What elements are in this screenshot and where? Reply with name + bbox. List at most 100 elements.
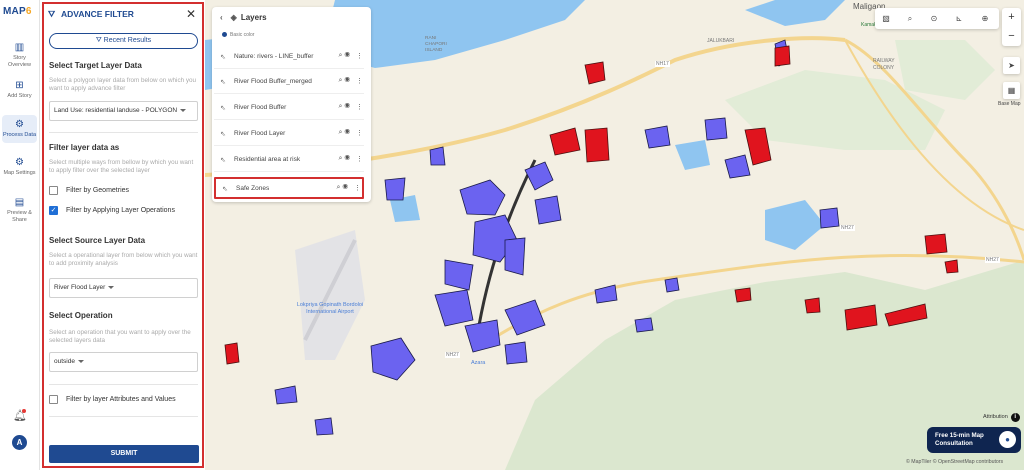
zoom-visibility-icons[interactable]: ⌕◉ xyxy=(339,155,352,163)
safe-zone xyxy=(464,319,501,353)
safe-zone xyxy=(370,337,416,381)
zoom-visibility-icons[interactable]: ⌕◉ xyxy=(339,129,352,137)
green-area-2 xyxy=(895,40,995,100)
divider xyxy=(49,384,198,385)
airport-area xyxy=(295,230,365,360)
target-layer-select[interactable]: Land Use: residential landuse - POLYGON xyxy=(49,101,198,121)
map-footer: © MapTiler © OpenStreetMap contributors xyxy=(906,459,1004,465)
checkbox-box[interactable] xyxy=(49,186,58,195)
safe-zone xyxy=(459,179,506,216)
zoom-visibility-icons[interactable]: ⌕◉ xyxy=(339,52,352,60)
chat-icon[interactable]: ● xyxy=(999,431,1016,448)
panel-header: ⛛ ADVANCE FILTER ✕ xyxy=(48,7,198,23)
layer-row[interactable]: ⇖ Nature: rivers - LINE_buffer ⌕◉ ⋮ xyxy=(214,47,364,69)
chevron-down-icon xyxy=(180,108,187,112)
layer-row[interactable]: ⇖ River Flood Layer ⌕◉ ⋮ xyxy=(214,124,364,146)
safe-zone xyxy=(704,117,728,141)
color-swatch[interactable] xyxy=(222,32,227,37)
safe-zone xyxy=(434,289,474,327)
nav-process-data[interactable]: ⚙ Process Data xyxy=(2,115,37,143)
more-vertical-icon[interactable]: ⋮ xyxy=(354,184,361,192)
more-vertical-icon[interactable]: ⋮ xyxy=(356,77,363,85)
safe-zone xyxy=(524,161,554,191)
operation-select[interactable]: outside xyxy=(49,352,198,372)
source-layer-select[interactable]: River Flood Layer xyxy=(49,278,198,298)
more-vertical-icon[interactable]: ⋮ xyxy=(356,129,363,137)
layer-row[interactable]: ⇖ Residential area at risk ⌕◉ ⋮ xyxy=(214,150,364,172)
risk-zone xyxy=(549,127,581,156)
map-toolbar: ▧ ⌕ ⊙ ⊾ ⊕ xyxy=(875,8,999,29)
nav-map-settings[interactable]: ⚙ Map Settings xyxy=(2,157,37,177)
drag-handle-icon[interactable]: ⇖ xyxy=(222,185,228,193)
risk-zone xyxy=(584,61,606,85)
pond-2 xyxy=(675,140,710,170)
safe-zone xyxy=(429,146,446,166)
drag-handle-icon[interactable]: ⇖ xyxy=(220,104,226,112)
more-vertical-icon[interactable]: ⋮ xyxy=(356,103,363,111)
add-story-icon: ⊞ xyxy=(15,80,24,91)
drag-handle-icon[interactable]: ⇖ xyxy=(220,156,226,164)
close-icon[interactable]: ✕ xyxy=(186,7,196,21)
panel-title: ADVANCE FILTER xyxy=(61,9,134,19)
chevron-down-icon xyxy=(108,285,115,289)
measure-icon[interactable]: ⊾ xyxy=(952,12,966,25)
basic-color-label: Basic color xyxy=(222,32,254,38)
map-view-icon[interactable]: ▧ xyxy=(879,12,893,25)
zoom-visibility-icons[interactable]: ⌕◉ xyxy=(339,103,352,111)
basemap-icon[interactable]: ▦ xyxy=(1003,82,1020,99)
drag-handle-icon[interactable]: ⇖ xyxy=(220,130,226,138)
recent-results-button[interactable]: ⛛ Recent Results xyxy=(49,33,198,49)
checkbox-box[interactable] xyxy=(49,395,58,404)
layer-row-safe-zones[interactable]: ⇖ Safe Zones ⌕◉ ⋮ xyxy=(214,177,364,199)
search-icon[interactable]: ⌕ xyxy=(903,12,917,25)
target-layer-heading: Select Target Layer Data xyxy=(49,61,142,70)
zoom-out-button[interactable]: − xyxy=(1002,27,1021,46)
zoom-in-button[interactable]: + xyxy=(1002,8,1021,27)
submit-button[interactable]: SUBMIT xyxy=(49,445,199,463)
advance-filter-panel: ⛛ ADVANCE FILTER ✕ ⛛ Recent Results Selec… xyxy=(42,2,204,468)
logo[interactable]: MAP6 xyxy=(3,6,39,22)
source-layer-heading: Select Source Layer Data xyxy=(49,236,146,245)
operation-hint: Select an operation that you want to app… xyxy=(49,329,191,344)
road-shield-nh27-east: NH27 xyxy=(985,257,1000,263)
divider xyxy=(49,132,198,133)
chevron-down-icon xyxy=(77,359,84,363)
drag-handle-icon[interactable]: ⇖ xyxy=(220,78,226,86)
book-icon: ▥ xyxy=(14,42,25,53)
avatar[interactable]: A xyxy=(12,435,27,450)
zoom-visibility-icons[interactable]: ⌕◉ xyxy=(337,184,350,192)
more-vertical-icon[interactable]: ⋮ xyxy=(356,155,363,163)
safe-zone xyxy=(444,259,474,291)
attribution[interactable]: Attribution i xyxy=(983,413,1020,422)
zoom-visibility-icons[interactable]: ⌕◉ xyxy=(339,77,352,85)
safe-zone xyxy=(634,317,654,333)
layer-row[interactable]: ⇖ River Flood Buffer ⌕◉ ⋮ xyxy=(214,98,364,120)
consultation-button[interactable]: Free 15-min Map Consultation ● xyxy=(927,427,1021,453)
nav-story-overview[interactable]: ▥ Story Overview xyxy=(2,42,37,69)
safe-zone xyxy=(664,277,680,293)
safe-zone xyxy=(534,195,562,225)
notification-bell-icon[interactable]: 🔔︎ xyxy=(13,409,27,422)
nav-add-story[interactable]: ⊞ Add Story xyxy=(2,80,37,100)
layer-row[interactable]: ⇖ River Flood Buffer_merged ⌕◉ ⋮ xyxy=(214,72,364,94)
notification-dot xyxy=(22,409,26,413)
globe-icon[interactable]: ⊕ xyxy=(978,12,992,25)
safe-zone xyxy=(504,341,528,365)
layers-icon: ◈ xyxy=(230,13,237,22)
safe-zone xyxy=(504,237,526,276)
risk-zone xyxy=(774,45,791,67)
navigate-icon[interactable]: ➤ xyxy=(1003,57,1020,74)
nav-preview-share[interactable]: ▤ Preview & Share xyxy=(2,197,37,224)
chevron-left-icon[interactable]: ‹ xyxy=(220,13,223,22)
info-icon[interactable]: i xyxy=(1010,413,1020,422)
road-shield-nh27: NH27 xyxy=(840,225,855,231)
map-label-rani-chapori: RANI CHAPORI ISLAND xyxy=(425,36,447,53)
operation-heading: Select Operation xyxy=(49,311,113,320)
more-vertical-icon[interactable]: ⋮ xyxy=(356,52,363,60)
risk-zone xyxy=(804,297,821,314)
divider xyxy=(49,416,198,417)
checkbox-checked-icon[interactable]: ✓ xyxy=(49,206,58,215)
safe-zone xyxy=(819,207,840,229)
drag-handle-icon[interactable]: ⇖ xyxy=(220,53,226,61)
location-pin-icon[interactable]: ⊙ xyxy=(927,12,941,25)
